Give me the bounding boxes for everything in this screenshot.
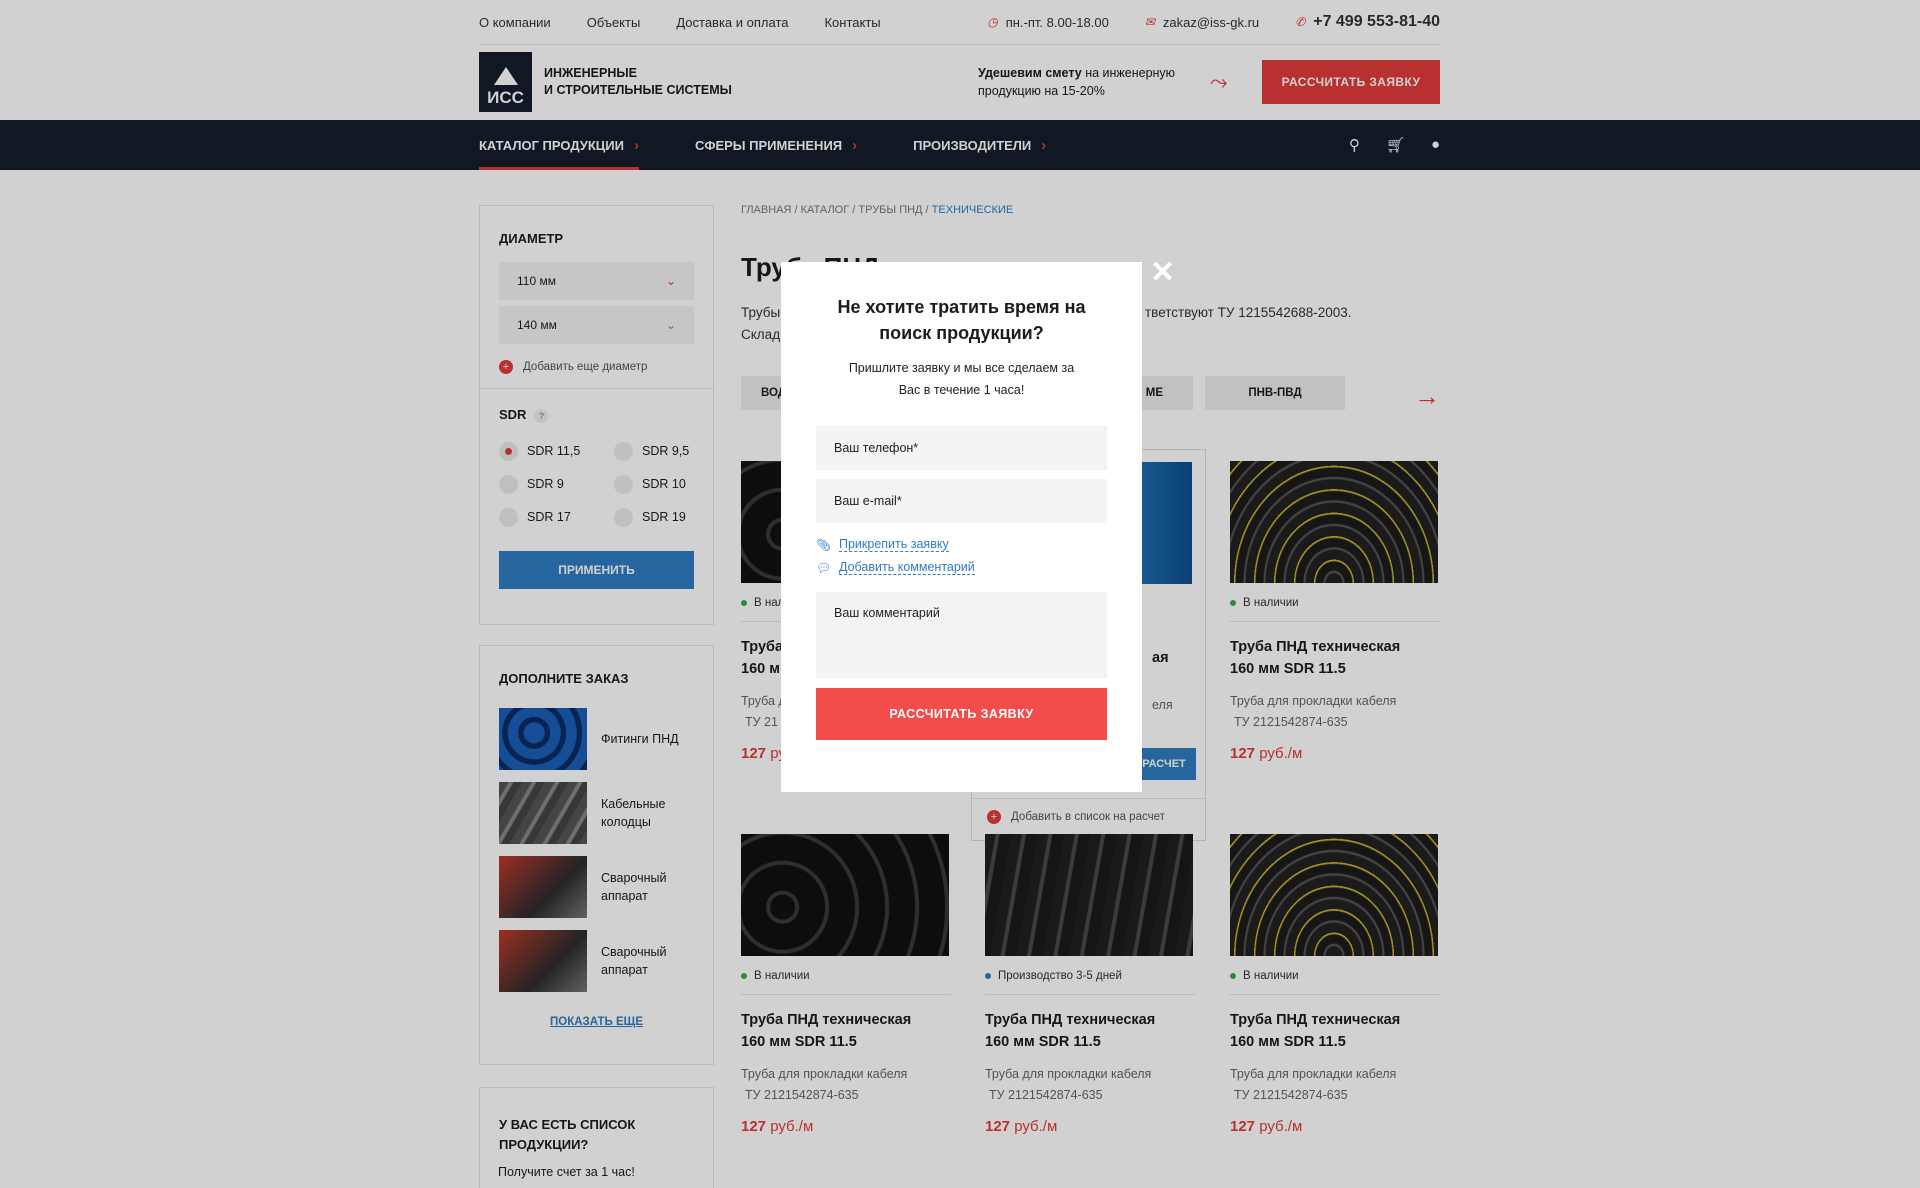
modal-subtitle: Пришлите заявку и мы все сделаем за Вас …	[848, 361, 1075, 397]
request-modal: Не хотите тратить время на поиск продукц…	[781, 262, 1142, 792]
phone-field[interactable]: Ваш телефон*	[816, 426, 1107, 470]
comment-icon: 💬︎	[816, 560, 832, 575]
modal-title: Не хотите тратить время на поиск продукц…	[837, 297, 1086, 343]
attach-request-link[interactable]: 📎︎ Прикрепить заявку	[816, 537, 1107, 552]
submit-request-button[interactable]: Рассчитать заявку	[816, 688, 1107, 740]
paperclip-icon: 📎︎	[816, 537, 832, 552]
email-field[interactable]: Ваш e-mail*	[816, 479, 1107, 523]
comment-field[interactable]: Ваш комментарий	[816, 592, 1107, 678]
add-comment-link[interactable]: 💬︎ Добавить комментарий	[816, 560, 1107, 575]
close-icon[interactable]: ✕	[1150, 258, 1175, 288]
